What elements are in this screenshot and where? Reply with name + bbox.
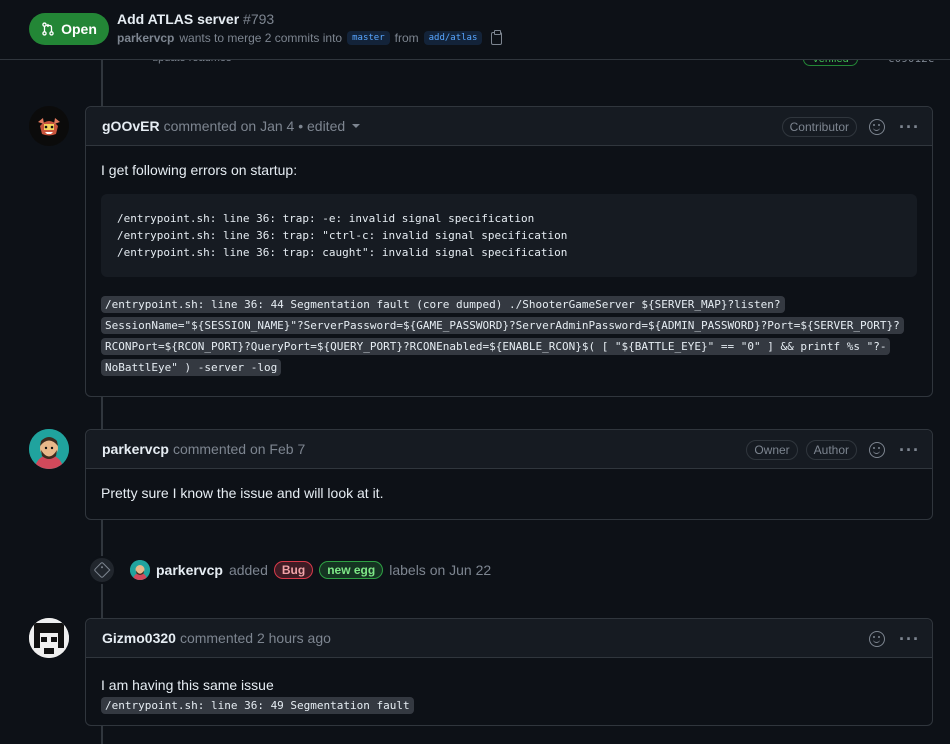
- git-pull-request-icon: [42, 22, 54, 36]
- comment-meta[interactable]: commented 2 hours ago: [180, 630, 331, 646]
- comment-author[interactable]: Gizmo0320: [102, 630, 176, 646]
- more-options-kebab-icon[interactable]: ···: [899, 441, 920, 459]
- comment-card: parkervcp commented on Feb 7 Owner Autho…: [85, 429, 933, 520]
- role-badge-owner: Owner: [746, 439, 798, 460]
- pr-state-open-badge: Open: [29, 13, 109, 45]
- chevron-down-icon[interactable]: [352, 124, 361, 128]
- avatar[interactable]: [130, 560, 150, 580]
- add-reaction-smiley-icon[interactable]: [869, 630, 886, 647]
- pr-title-text[interactable]: Add ATLAS server: [117, 11, 239, 27]
- inline-code: /entrypoint.sh: line 36: 49 Segmentation…: [101, 697, 414, 714]
- role-badge-author: Author: [805, 439, 858, 460]
- base-branch[interactable]: master: [347, 31, 390, 45]
- comment-meta[interactable]: commented on Jan 4 • edited: [164, 118, 346, 134]
- comment-card: gOOvER commented on Jan 4 • edited Contr…: [85, 106, 933, 397]
- label-bug[interactable]: Bug: [273, 561, 314, 579]
- comment-header: parkervcp commented on Feb 7 Owner Autho…: [86, 430, 932, 469]
- comment-author[interactable]: parkervcp: [102, 441, 169, 457]
- copy-icon[interactable]: [491, 29, 503, 45]
- pr-author-link[interactable]: parkervcp: [117, 31, 174, 45]
- gizmo-avatar-icon: [29, 618, 69, 658]
- comment-meta[interactable]: commented on Feb 7: [173, 441, 305, 457]
- label-new-egg[interactable]: new egg: [319, 561, 384, 579]
- pr-title[interactable]: Add ATLAS server #793: [117, 11, 274, 27]
- comment-header: gOOvER commented on Jan 4 • edited Contr…: [86, 107, 932, 146]
- role-badge-contributor: Contributor: [781, 116, 858, 137]
- comment-text: I am having this same issue: [101, 677, 274, 693]
- add-reaction-smiley-icon[interactable]: [869, 441, 886, 458]
- avatar[interactable]: [29, 618, 69, 658]
- comment-text: Pretty sure I know the issue and will lo…: [101, 485, 384, 501]
- comment-body: I am having this same issue /entrypoint.…: [86, 658, 932, 728]
- pr-number: #793: [243, 11, 275, 27]
- pr-merge-info: parkervcp wants to merge 2 commits into …: [117, 29, 503, 45]
- inline-code-paragraph: /entrypoint.sh: line 36: 44 Segmentation…: [101, 294, 917, 378]
- code-block: /entrypoint.sh: line 36: trap: -e: inval…: [101, 194, 917, 277]
- comment-header: Gizmo0320 commented 2 hours ago ···: [86, 619, 932, 658]
- goover-avatar-icon: [29, 106, 69, 146]
- comment-author[interactable]: gOOvER: [102, 118, 160, 134]
- tag-icon: [93, 561, 111, 579]
- event-suffix[interactable]: labels on Jun 22: [389, 562, 491, 578]
- more-options-kebab-icon[interactable]: ···: [899, 630, 920, 648]
- parkervcp-avatar-icon: [29, 429, 69, 469]
- inline-code: /entrypoint.sh: line 36: 44 Segmentation…: [101, 296, 904, 376]
- avatar[interactable]: [29, 429, 69, 469]
- event-actor[interactable]: parkervcp: [156, 562, 223, 578]
- merge-text: wants to merge 2 commits into: [179, 31, 343, 45]
- avatar[interactable]: [29, 106, 69, 146]
- add-reaction-smiley-icon[interactable]: [869, 118, 886, 135]
- pr-state-label: Open: [61, 21, 97, 37]
- tag-badge: [88, 556, 116, 584]
- parkervcp-mini-avatar-icon: [130, 560, 150, 580]
- head-branch[interactable]: add/atlas: [423, 31, 483, 45]
- from-text: from: [394, 31, 419, 45]
- more-options-kebab-icon[interactable]: ···: [899, 118, 920, 136]
- comment-body: I get following errors on startup: /entr…: [86, 146, 932, 394]
- label-event: parkervcp added Bug new egg labels on Ju…: [88, 556, 491, 584]
- comment-card: Gizmo0320 commented 2 hours ago ··· I am…: [85, 618, 933, 726]
- event-action: added: [228, 562, 268, 578]
- comment-body: Pretty sure I know the issue and will lo…: [86, 469, 932, 517]
- comment-text: I get following errors on startup:: [101, 162, 298, 178]
- pr-sticky-header: Open Add ATLAS server #793 parkervcp wan…: [0, 0, 950, 60]
